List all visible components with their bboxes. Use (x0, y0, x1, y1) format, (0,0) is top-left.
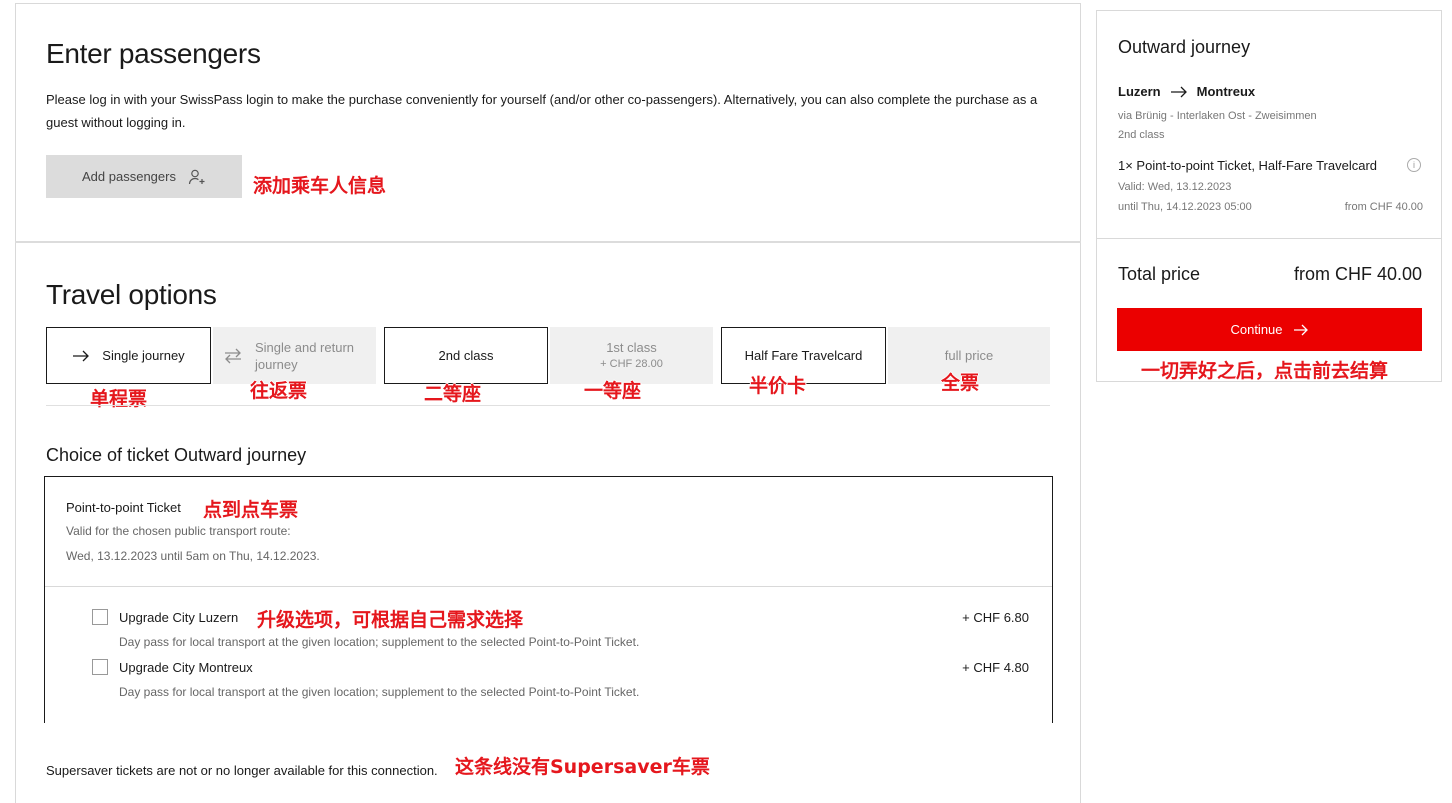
annotation-first-class: 一等座 (584, 380, 642, 402)
option-single-and-return-label: Single and return journey (255, 339, 355, 372)
ticket-name: Point-to-point Ticket (66, 500, 181, 515)
upgrade-luzern-label[interactable]: Upgrade City Luzern (119, 610, 238, 625)
route: Luzern Montreux (1118, 84, 1255, 99)
upgrade-luzern-price: + CHF 6.80 (962, 610, 1029, 625)
summary-divider (1097, 238, 1441, 239)
journey-summary-panel: Outward journey Luzern Montreux via Brün… (1096, 10, 1442, 382)
annotation-add-passengers: 添加乘车人信息 (253, 175, 387, 197)
annotation-upgrade: 升级选项，可根据自己需求选择 (257, 609, 524, 631)
route-via: via Brünig - Interlaken Ost - Zweisimmen (1118, 110, 1317, 122)
arrow-right-icon (73, 350, 90, 361)
option-1st-class-surcharge: + CHF 28.00 (600, 357, 663, 370)
route-to: Montreux (1196, 84, 1256, 99)
annotation-second-class: 二等座 (424, 383, 482, 405)
ticket-choice-title: Choice of ticket Outward journey (46, 445, 307, 465)
passengers-description: Please log in with your SwissPass login … (46, 92, 1038, 130)
arrow-right-icon (1293, 324, 1308, 335)
upgrade-montreux-checkbox[interactable] (92, 659, 108, 675)
summary-ticket: 1× Point-to-point Ticket, Half-Fare Trav… (1118, 158, 1378, 173)
option-2nd-class-label: 2nd class (438, 348, 494, 363)
option-single-journey-label: Single journey (102, 348, 185, 363)
continue-button[interactable]: Continue (1117, 308, 1422, 351)
section-divider (15, 241, 1081, 243)
continue-label: Continue (1230, 322, 1283, 337)
upgrade-montreux-label[interactable]: Upgrade City Montreux (119, 660, 253, 675)
annotation-single: 单程票 (90, 388, 148, 410)
supersaver-note: Supersaver tickets are not or no longer … (46, 763, 438, 778)
swap-arrows-icon (225, 348, 241, 363)
ticket-divider (45, 586, 1052, 587)
total-price-value: from CHF 40.00 (1293, 264, 1422, 284)
option-half-fare-label: Half Fare Travelcard (744, 348, 863, 363)
summary-until: until Thu, 14.12.2023 05:00 (1118, 201, 1252, 213)
option-1st-class-label: 1st class (606, 339, 657, 355)
route-class: 2nd class (1118, 129, 1165, 141)
annotation-return: 往返票 (250, 380, 308, 402)
summary-valid: Valid: Wed, 13.12.2023 (1118, 181, 1232, 193)
annotation-continue: 一切弄好之后，点击前去结算 (1141, 360, 1389, 382)
options-divider (46, 405, 1050, 406)
passengers-title: Enter passengers (46, 38, 261, 69)
annotation-full-price: 全票 (941, 372, 980, 394)
user-plus-icon (188, 169, 205, 184)
upgrade-montreux-desc: Day pass for local transport at the give… (119, 685, 640, 699)
total-price-label: Total price (1118, 264, 1201, 284)
upgrade-luzern-checkbox[interactable] (92, 609, 108, 625)
upgrade-luzern-desc: Day pass for local transport at the give… (119, 635, 640, 649)
annotation-p2p: 点到点车票 (203, 499, 299, 521)
ticket-valid-line1: Valid for the chosen public transport ro… (66, 524, 291, 538)
add-passengers-label: Add passengers (82, 169, 176, 184)
option-single-journey[interactable]: Single journey (46, 327, 211, 384)
route-from: Luzern (1118, 84, 1161, 99)
info-icon[interactable]: i (1407, 158, 1421, 172)
arrow-right-icon (1170, 86, 1187, 97)
option-2nd-class[interactable]: 2nd class (384, 327, 548, 384)
option-full-price-label: full price (944, 348, 994, 363)
annotation-half-fare: 半价卡 (749, 375, 807, 397)
annotation-supersaver: 这条线没有Supersaver车票 (455, 756, 710, 778)
ticket-valid-line2: Wed, 13.12.2023 until 5am on Thu, 14.12.… (66, 549, 320, 563)
travel-options-title: Travel options (46, 279, 217, 310)
add-passengers-button[interactable]: Add passengers (46, 155, 242, 198)
summary-from-price: from CHF 40.00 (1344, 201, 1423, 213)
ticket-card: Point-to-point Ticket Valid for the chos… (44, 476, 1053, 723)
upgrade-montreux-price: + CHF 4.80 (962, 660, 1029, 675)
summary-title: Outward journey (1118, 37, 1251, 57)
